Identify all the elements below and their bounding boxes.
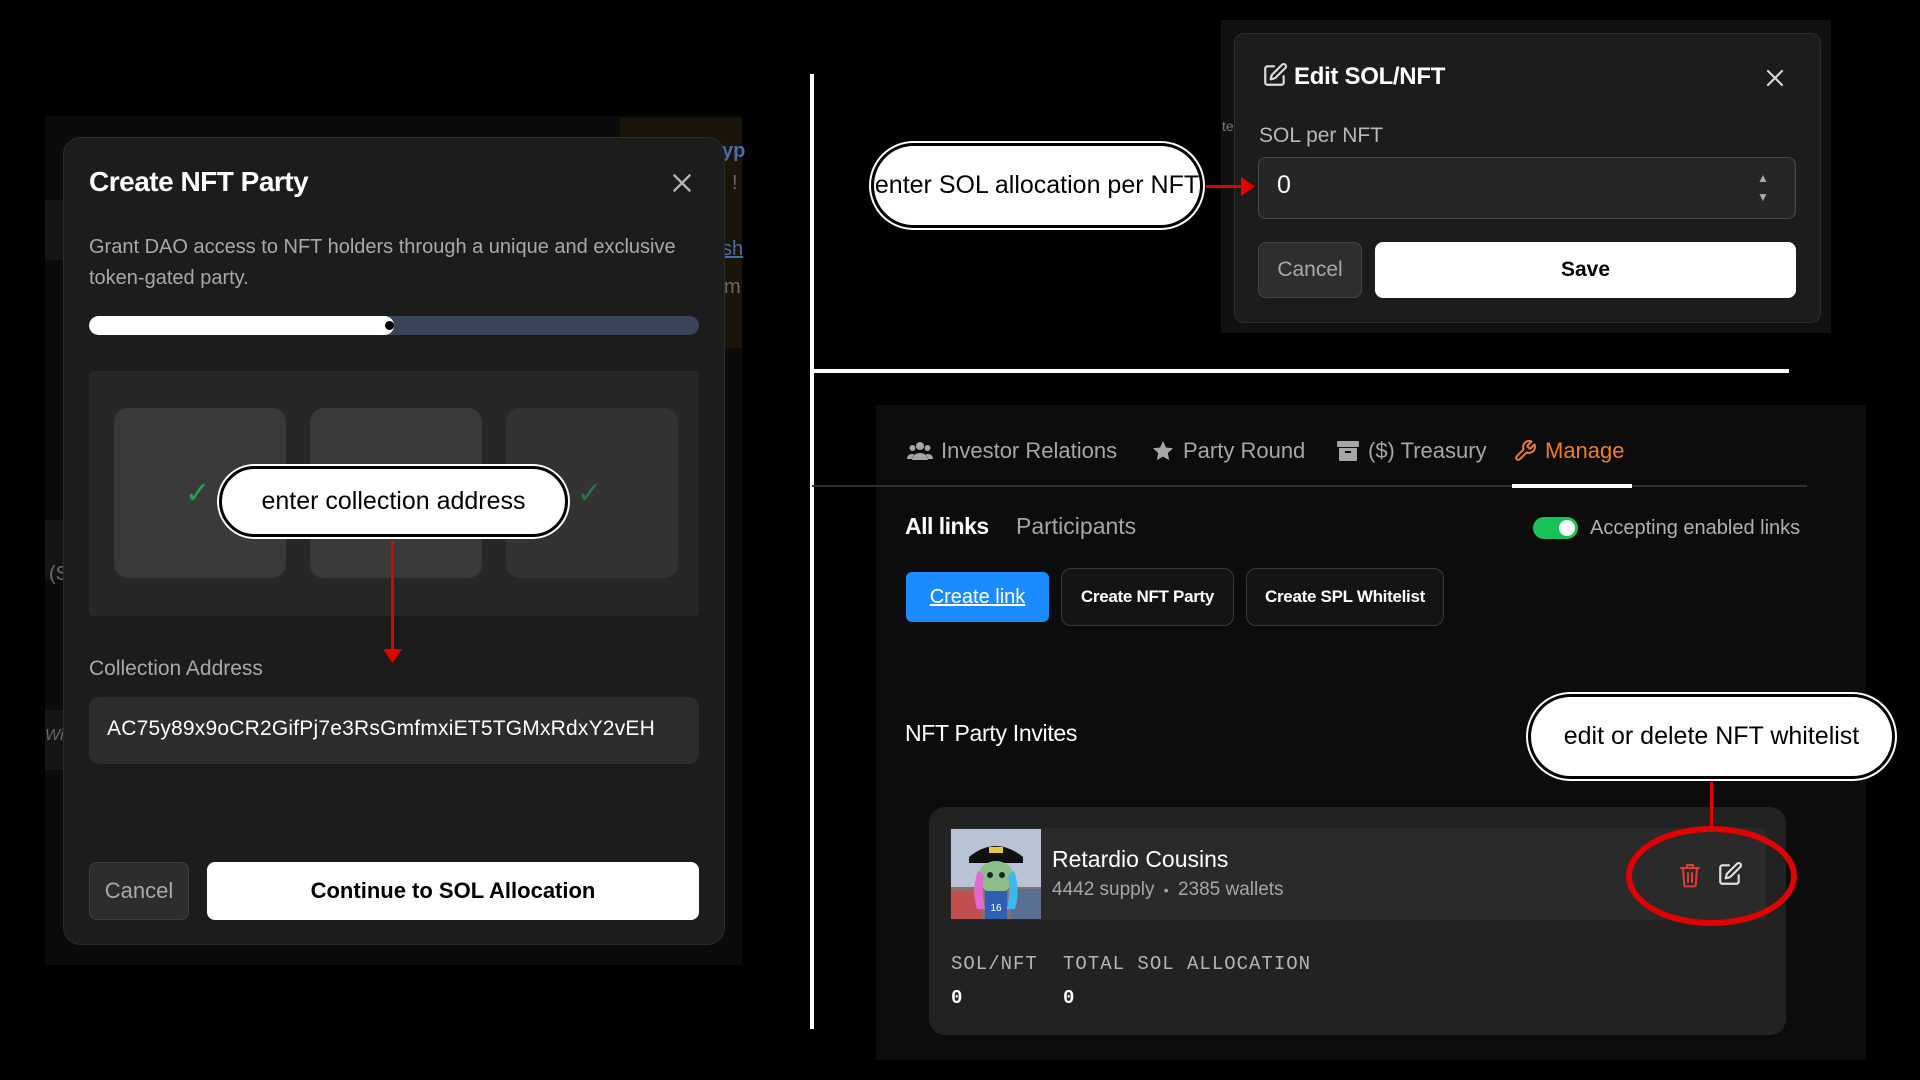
tab-manage[interactable]: Manage <box>1513 433 1625 469</box>
backdrop-text-fragment: m <box>724 276 741 298</box>
stat-value-sol-per-nft: 0 <box>951 987 963 1009</box>
nft-collection-name: Retardio Cousins <box>1052 846 1229 872</box>
collection-address-label: Collection Address <box>89 657 263 680</box>
tab-active-indicator <box>1512 484 1632 488</box>
cancel-button[interactable]: Cancel <box>89 862 189 920</box>
cancel-button[interactable]: Cancel <box>1258 242 1362 298</box>
tab-label: Investor Relations <box>941 438 1118 463</box>
modal-title: Edit SOL/NFT <box>1294 63 1446 90</box>
star-icon <box>1153 441 1173 461</box>
vertical-divider <box>810 74 814 1029</box>
sol-per-nft-label: SOL per NFT <box>1259 124 1384 147</box>
callout-collection-address: enter collection address <box>219 466 568 537</box>
highlight-ring <box>1626 826 1797 926</box>
create-spl-whitelist-button[interactable]: Create SPL Whitelist <box>1246 568 1444 626</box>
stat-label-sol-per-nft: SOL/NFT <box>951 953 1038 975</box>
subtab-participants[interactable]: Participants <box>1016 513 1136 540</box>
subtab-all-links[interactable]: All links <box>905 513 989 540</box>
section-title: NFT Party Invites <box>905 720 1078 746</box>
modal-description: Grant DAO access to NFT holders through … <box>89 236 676 289</box>
stat-label-total-sol: TOTAL SOL ALLOCATION <box>1063 953 1312 975</box>
backdrop-text-fragment: te <box>1222 118 1234 134</box>
arrow-head-icon <box>383 649 402 663</box>
backdrop-text-fragment: Wi <box>45 727 64 744</box>
progress-bar <box>89 316 699 335</box>
edit-icon <box>1264 63 1287 86</box>
nft-collection-meta: 4442 supply • 2385 wallets <box>1052 879 1284 901</box>
toggle-label: Accepting enabled links <box>1590 517 1801 539</box>
save-button[interactable]: Save <box>1375 242 1796 298</box>
horizontal-divider <box>813 369 1789 373</box>
check-icon: ✓ <box>185 477 211 510</box>
separator-dot: • <box>1163 882 1169 898</box>
check-icon: ✓ <box>577 477 603 510</box>
sol-per-nft-value: 0 <box>1277 171 1291 199</box>
supply-count: 4442 supply <box>1052 879 1155 900</box>
sol-per-nft-input[interactable] <box>1258 157 1796 219</box>
accepting-links-toggle[interactable] <box>1533 517 1578 539</box>
callout-edit-delete: edit or delete NFT whitelist <box>1528 694 1895 779</box>
callout-arrow-line <box>1710 782 1713 828</box>
callout-arrow-line <box>1206 185 1246 188</box>
callout-arrow-line <box>391 541 394 653</box>
stat-value-total-sol: 0 <box>1063 987 1075 1009</box>
close-icon[interactable] <box>669 170 695 196</box>
continue-to-sol-allocation-button[interactable]: Continue to SOL Allocation <box>207 862 699 920</box>
backdrop-text-fragment: sh <box>722 238 744 260</box>
backdrop-text-fragment: ! <box>732 172 738 194</box>
create-nft-party-button[interactable]: Create NFT Party <box>1061 568 1234 626</box>
progress-bar-fill <box>89 316 394 335</box>
create-link-button[interactable]: Create link <box>906 572 1049 622</box>
callout-sol-allocation: enter SOL allocation per NFT <box>871 143 1203 228</box>
nft-avatar: 16 <box>951 829 1041 919</box>
wrench-icon <box>1515 440 1536 461</box>
arrow-head-icon <box>1241 177 1255 196</box>
stepper-up-icon[interactable]: ▲ <box>1757 171 1769 185</box>
tab-label: ($) Treasury <box>1368 438 1487 463</box>
modal-title: Create NFT Party <box>89 166 309 197</box>
close-icon[interactable] <box>1763 66 1787 90</box>
collection-address-value: AC75y89x9oCR2GifPj7e3RsGmfmxiET5TGMxRdxY… <box>107 717 655 740</box>
tab-label: Party Round <box>1183 438 1306 463</box>
backdrop-text-fragment: yp <box>722 140 746 162</box>
wallet-count: 2385 wallets <box>1177 879 1284 900</box>
progress-marker <box>385 321 394 330</box>
tab-label: Manage <box>1545 438 1625 463</box>
tab-party-round[interactable]: Party Round <box>1151 433 1305 469</box>
users-icon <box>907 442 933 460</box>
stepper-down-icon[interactable]: ▼ <box>1757 190 1769 204</box>
tab-treasury[interactable]: ($) Treasury <box>1336 433 1487 469</box>
tab-bar-divider <box>812 485 1807 487</box>
tab-investor-relations[interactable]: Investor Relations <box>907 433 1117 469</box>
svg-text:16: 16 <box>990 903 1002 914</box>
archive-icon <box>1337 441 1359 461</box>
